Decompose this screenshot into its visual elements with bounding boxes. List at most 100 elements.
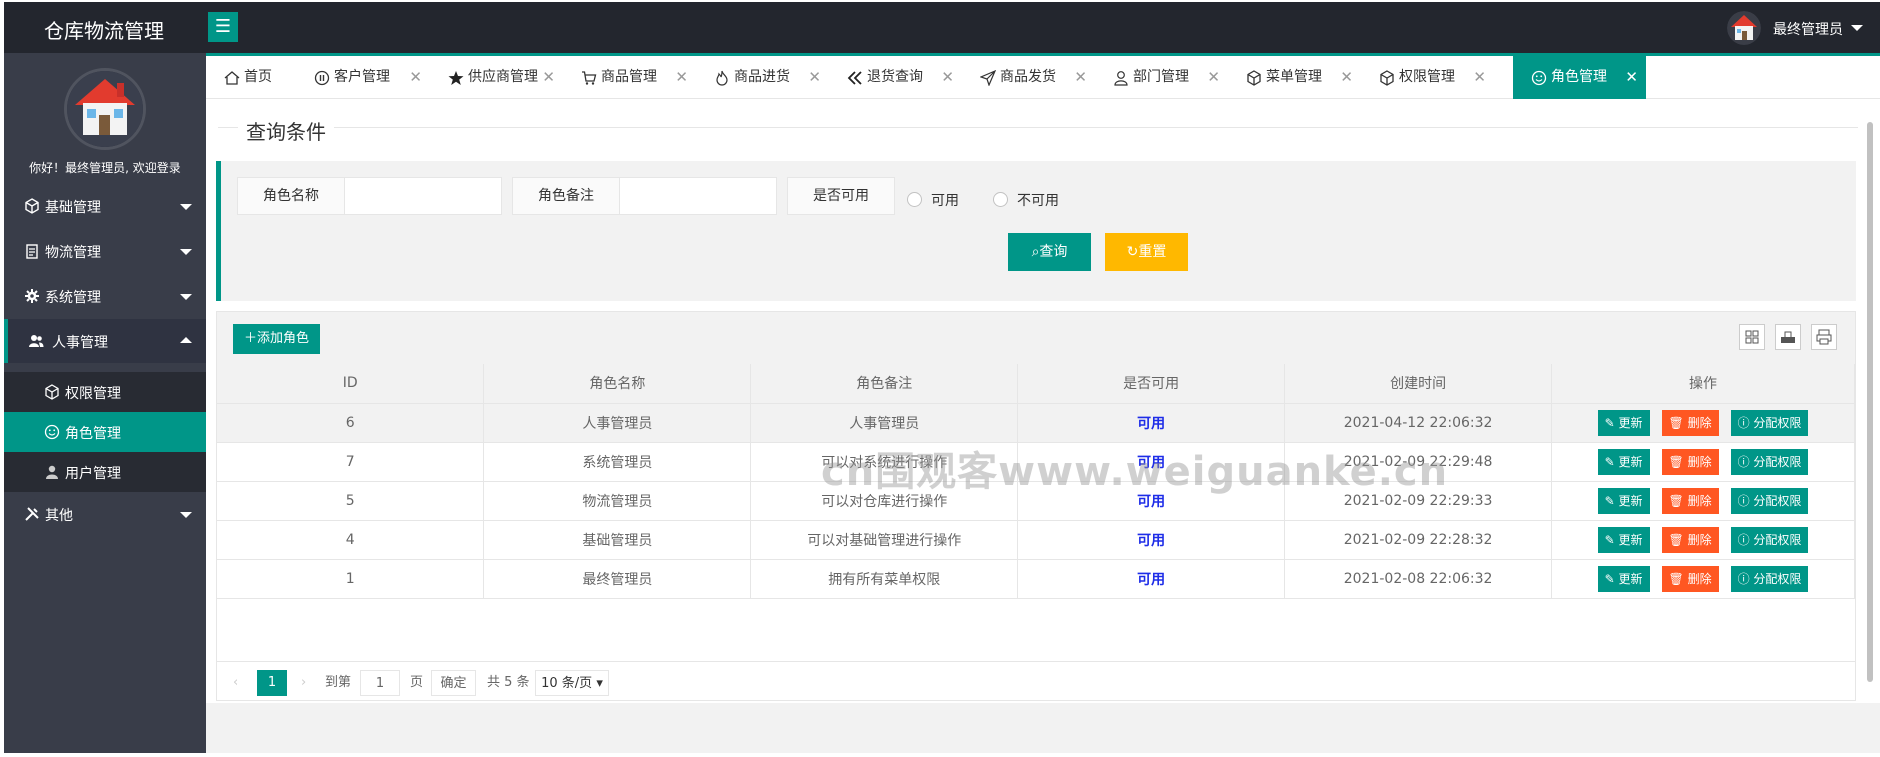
scrollbar-thumb[interactable] xyxy=(1867,122,1873,682)
tab-label: 商品进货 xyxy=(734,69,790,85)
col-header[interactable]: 角色备注 xyxy=(750,364,1019,404)
col-header[interactable]: 操作 xyxy=(1551,364,1855,404)
vertical-scrollbar[interactable] xyxy=(1864,104,1876,704)
page-confirm-button[interactable]: 确定 xyxy=(431,670,476,696)
update-label: 更新 xyxy=(1618,571,1643,586)
tab-supplier[interactable]: 供应商管理 ✕ xyxy=(430,56,563,99)
delete-button[interactable]: 🗑 删除 xyxy=(1661,526,1719,553)
assign-permission-button[interactable]: ⓘ 分配权限 xyxy=(1730,448,1809,475)
page-unit: 页 xyxy=(410,675,424,690)
delete-button[interactable]: 🗑 删除 xyxy=(1661,565,1719,592)
update-button[interactable]: ✎ 更新 xyxy=(1597,487,1650,514)
delete-button[interactable]: 🗑 删除 xyxy=(1661,448,1719,475)
tools-icon xyxy=(25,507,39,521)
table-row[interactable]: 1 最终管理员 拥有所有菜单权限 可用 2021-02-08 22:06:32 … xyxy=(217,559,1855,599)
cell-status: 可用 xyxy=(1017,403,1286,443)
per-page-select[interactable]: 10 条/页 ▾ xyxy=(535,670,609,696)
table-row[interactable]: 6 人事管理员 人事管理员 可用 2021-04-12 22:06:32 ✎ 更… xyxy=(217,403,1855,443)
sidebar-item-basic[interactable]: 基础管理 xyxy=(4,184,206,228)
close-icon[interactable]: ✕ xyxy=(1207,56,1220,99)
sidebar-item-system[interactable]: 系统管理 xyxy=(4,274,206,318)
role-name-input[interactable] xyxy=(344,177,502,215)
sidebar-item-label: 系统管理 xyxy=(45,290,101,306)
tab-return[interactable]: 退货查询 ✕ xyxy=(829,56,962,99)
double-left-icon xyxy=(847,71,862,85)
sidebar-item-role[interactable]: 角色管理 xyxy=(4,412,206,452)
radio-circle[interactable] xyxy=(993,192,1008,207)
assign-permission-button[interactable]: ⓘ 分配权限 xyxy=(1730,409,1809,436)
col-header[interactable]: 创建时间 xyxy=(1284,364,1553,404)
tab-goods[interactable]: 商品管理 ✕ xyxy=(563,56,696,99)
tab-dept[interactable]: 部门管理 ✕ xyxy=(1095,56,1228,99)
query-button-label: 查询 xyxy=(1039,244,1068,260)
update-label: 更新 xyxy=(1618,454,1643,469)
cell-actions: ✎ 更新 🗑 删除 ⓘ 分配权限 xyxy=(1551,403,1855,443)
assign-permission-button[interactable]: ⓘ 分配权限 xyxy=(1730,487,1809,514)
columns-filter-icon[interactable] xyxy=(1739,324,1765,350)
cell-name: 物流管理员 xyxy=(483,481,752,521)
user-menu-caret-icon[interactable] xyxy=(1851,25,1863,31)
close-icon[interactable]: ✕ xyxy=(1473,56,1486,99)
tab-label: 部门管理 xyxy=(1133,69,1189,85)
delete-label: 删除 xyxy=(1687,532,1712,547)
update-label: 更新 xyxy=(1618,532,1643,547)
search-legend: 查询条件 xyxy=(238,116,334,145)
close-icon[interactable]: ✕ xyxy=(1340,56,1353,99)
update-button[interactable]: ✎ 更新 xyxy=(1597,409,1650,436)
col-header[interactable]: 角色名称 xyxy=(483,364,752,404)
user-avatar-icon[interactable] xyxy=(1727,11,1761,45)
table-row[interactable]: 4 基础管理员 可以对基础管理进行操作 可用 2021-02-09 22:28:… xyxy=(217,520,1855,560)
cube-icon xyxy=(1247,70,1261,86)
assign-permission-button[interactable]: ⓘ 分配权限 xyxy=(1730,565,1809,592)
tab-permission[interactable]: 权限管理 ✕ xyxy=(1361,56,1494,99)
delete-label: 删除 xyxy=(1687,415,1712,430)
update-button[interactable]: ✎ 更新 xyxy=(1597,526,1650,553)
tab-home[interactable]: 首页 xyxy=(206,56,296,99)
main-content: 查询条件 角色名称 角色备注 是否可用 可用 不可用 ⌕查询 ↻重置 ＋添加角色… xyxy=(206,99,1861,703)
close-icon[interactable]: ✕ xyxy=(1625,56,1638,99)
update-button[interactable]: ✎ 更新 xyxy=(1597,565,1650,592)
tab-customer[interactable]: 客户管理 ✕ xyxy=(296,56,430,99)
assign-permission-button[interactable]: ⓘ 分配权限 xyxy=(1730,526,1809,553)
tab-menu[interactable]: 菜单管理 ✕ xyxy=(1228,56,1361,99)
sidebar-item-logistics[interactable]: 物流管理 xyxy=(4,229,206,273)
role-remark-input[interactable] xyxy=(619,177,777,215)
sidebar-item-hr[interactable]: 人事管理 xyxy=(4,319,206,363)
sidebar-item-other[interactable]: 其他 xyxy=(4,492,206,536)
delete-button[interactable]: 🗑 删除 xyxy=(1661,409,1719,436)
close-icon[interactable]: ✕ xyxy=(675,56,688,99)
radio-circle[interactable] xyxy=(907,192,922,207)
menu-toggle-button[interactable]: ☰ xyxy=(208,12,238,42)
close-icon[interactable]: ✕ xyxy=(941,56,954,99)
clipboard-icon xyxy=(26,244,38,259)
prev-page-icon[interactable]: ‹ xyxy=(233,670,238,696)
page-input[interactable]: 1 xyxy=(360,670,400,696)
close-icon[interactable]: ✕ xyxy=(808,56,821,99)
next-page-icon[interactable]: › xyxy=(301,670,306,696)
sidebar-sub-label: 用户管理 xyxy=(65,466,121,482)
query-button[interactable]: ⌕查询 xyxy=(1008,233,1091,271)
close-icon[interactable]: ✕ xyxy=(542,56,555,99)
update-label: 更新 xyxy=(1618,415,1643,430)
tab-inport[interactable]: 商品进货 ✕ xyxy=(696,56,829,99)
page-current[interactable]: 1 xyxy=(257,670,287,696)
col-header[interactable]: ID xyxy=(217,364,485,404)
tab-role[interactable]: 角色管理 ✕ xyxy=(1513,56,1646,99)
add-role-button[interactable]: ＋添加角色 xyxy=(233,324,320,354)
close-icon[interactable]: ✕ xyxy=(409,56,422,99)
sidebar-item-permission[interactable]: 权限管理 xyxy=(4,372,206,412)
tab-label: 客户管理 xyxy=(334,69,390,85)
update-button[interactable]: ✎ 更新 xyxy=(1597,448,1650,475)
user-name[interactable]: 最终管理员 xyxy=(1773,19,1843,39)
delete-button[interactable]: 🗑 删除 xyxy=(1661,487,1719,514)
col-header[interactable]: 是否可用 xyxy=(1017,364,1286,404)
print-icon[interactable] xyxy=(1811,324,1837,350)
export-icon[interactable] xyxy=(1775,324,1801,350)
smile-icon xyxy=(44,424,60,440)
sidebar-item-user[interactable]: 用户管理 xyxy=(4,452,206,492)
tab-outport[interactable]: 商品发货 ✕ xyxy=(962,56,1095,99)
pagination: ‹ 1 › 到第 1 页 确定 共 5 条 10 条/页 ▾ xyxy=(217,661,1855,701)
close-icon[interactable]: ✕ xyxy=(1074,56,1087,99)
reset-button[interactable]: ↻重置 xyxy=(1105,233,1188,271)
assign-label: 分配权限 xyxy=(1753,415,1802,430)
